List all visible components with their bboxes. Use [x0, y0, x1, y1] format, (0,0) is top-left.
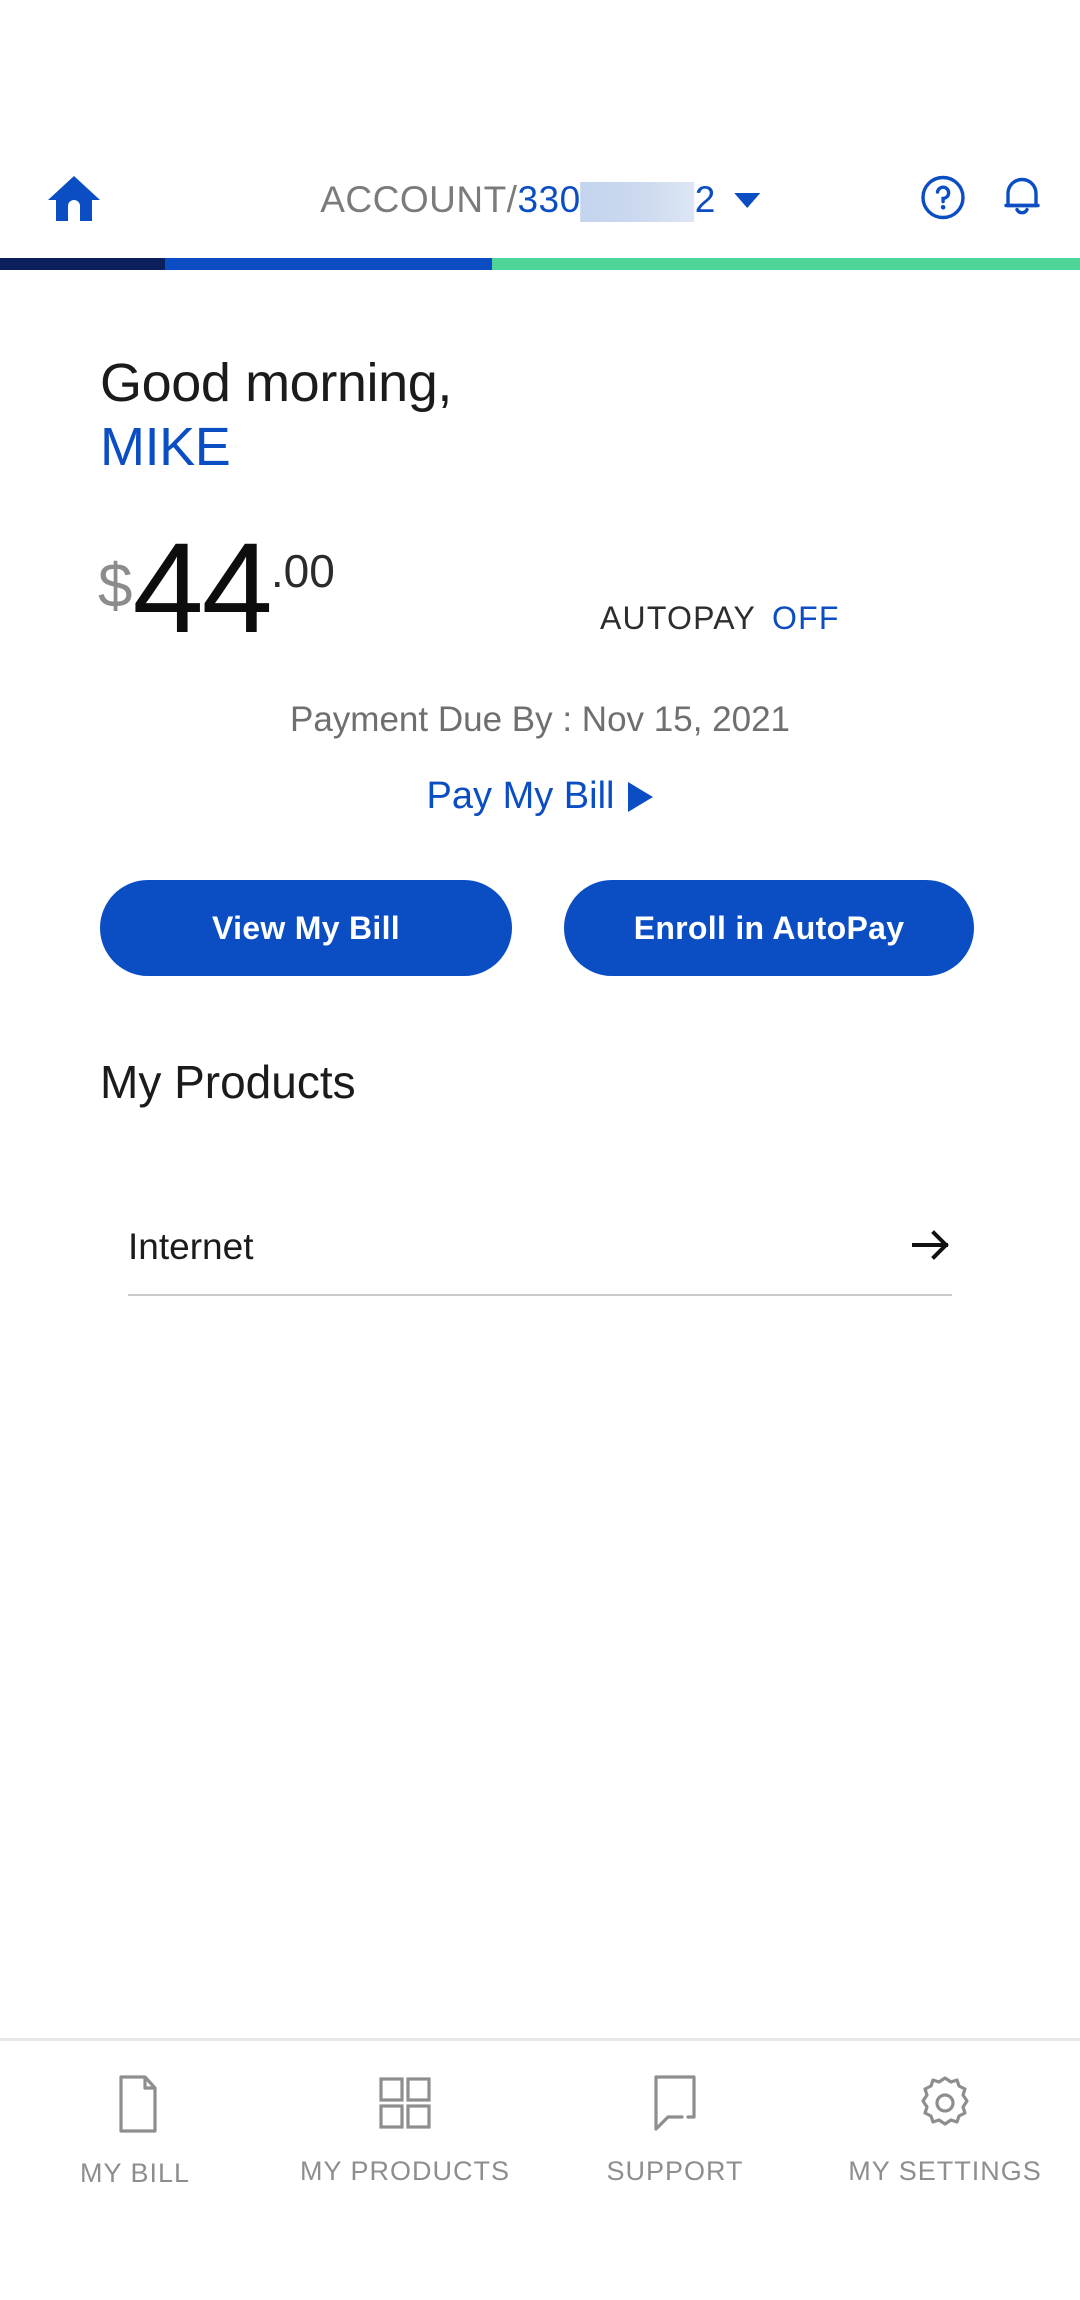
autopay-status: AUTOPAY OFF	[600, 600, 840, 637]
greeting-block: Good morning, MIKE	[100, 352, 452, 479]
account-label: ACCOUNT/	[320, 179, 518, 220]
app-screen: ACCOUNT/ 330 2 Good morning, MIKE $ 44 .…	[0, 0, 1080, 2300]
bell-icon[interactable]	[1000, 174, 1044, 227]
pay-my-bill-label: Pay My Bill	[426, 775, 615, 817]
nav-label: MY SETTINGS	[848, 2156, 1042, 2186]
nav-label: MY BILL	[79, 2158, 191, 2188]
product-name: Internet	[128, 1226, 254, 1267]
strip-segment-blue	[165, 258, 493, 270]
app-header: ACCOUNT/ 330 2	[0, 150, 1080, 250]
nav-item-my-products[interactable]: MY PRODUCTS	[270, 2073, 540, 2187]
autopay-value: OFF	[772, 600, 840, 636]
brand-color-strip	[0, 258, 1080, 270]
document-icon	[107, 2073, 163, 2140]
view-my-bill-button[interactable]: View My Bill	[100, 880, 512, 976]
gear-icon	[916, 2073, 974, 2138]
home-icon	[46, 173, 102, 228]
balance-dollars: 44	[132, 517, 272, 660]
account-number-visible: 330	[517, 179, 581, 220]
balance-cents: .00	[270, 545, 335, 597]
strip-segment-navy	[0, 258, 166, 270]
pay-my-bill-link[interactable]: Pay My Bill	[0, 775, 1080, 818]
strip-segment-green	[492, 258, 1080, 270]
nav-item-my-bill[interactable]: MY BILL	[0, 2073, 270, 2189]
nav-label: SUPPORT	[606, 2156, 744, 2186]
arrow-right-icon	[912, 1229, 952, 1266]
greeting-salutation: Good morning,	[100, 353, 452, 413]
speech-bubble-icon	[646, 2073, 704, 2138]
primary-actions: View My Bill Enroll in AutoPay	[100, 880, 980, 976]
chevron-down-icon	[733, 192, 760, 208]
help-circle-icon[interactable]	[920, 175, 966, 226]
grid-squares-icon	[375, 2073, 435, 2138]
product-row-internet[interactable]: Internet	[128, 1200, 952, 1296]
play-triangle-icon	[628, 781, 654, 812]
home-button[interactable]	[42, 168, 106, 232]
enroll-autopay-button[interactable]: Enroll in AutoPay	[564, 880, 974, 976]
nav-item-my-settings[interactable]: MY SETTINGS	[810, 2073, 1080, 2187]
currency-symbol: $	[98, 552, 133, 621]
my-products-title: My Products	[100, 1056, 356, 1108]
balance-amount: $ 44 .00	[98, 517, 335, 660]
account-number-tail: 2	[694, 179, 716, 220]
bottom-navigation: MY BILL MY PRODUCTS SUPPORT MY SETTINGS	[0, 2038, 1080, 2300]
nav-label: MY PRODUCTS	[299, 2156, 511, 2186]
payment-due-text: Payment Due By : Nov 15, 2021	[290, 700, 790, 739]
my-products-list: Internet	[128, 1200, 952, 1296]
account-selector[interactable]: ACCOUNT/ 330 2	[320, 179, 760, 222]
header-actions	[920, 174, 1044, 227]
nav-item-support[interactable]: SUPPORT	[540, 2073, 810, 2187]
autopay-label: AUTOPAY	[600, 600, 756, 636]
account-number-redaction	[580, 182, 695, 222]
greeting-username: MIKE	[100, 416, 231, 477]
